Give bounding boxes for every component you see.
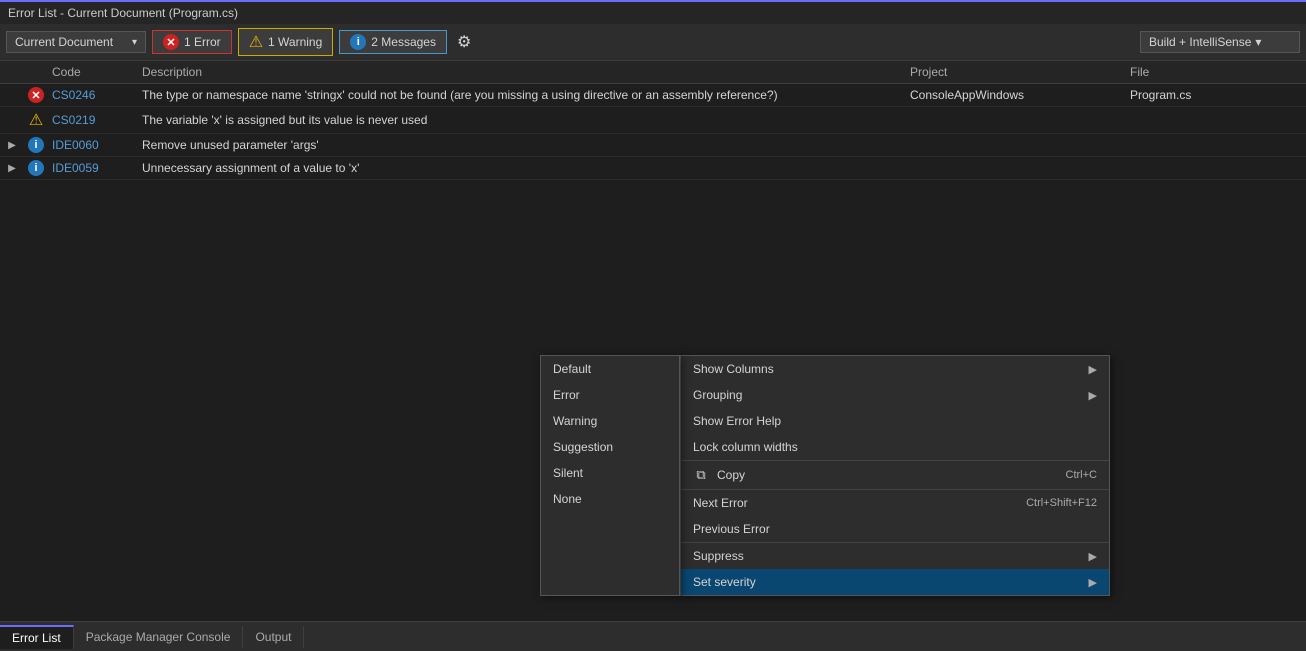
build-dropdown[interactable]: Build + IntelliSense ▾ (1140, 31, 1300, 53)
tab-error-list[interactable]: Error List (0, 625, 74, 649)
table-row[interactable]: ⚠ CS0219 The variable 'x' is assigned bu… (0, 107, 1306, 134)
context-menu-item-previous-error[interactable]: Previous Error (681, 516, 1109, 542)
context-menu-item-next-error[interactable]: Next Error Ctrl+Shift+F12 (681, 489, 1109, 516)
row-code: CS0246 (48, 88, 138, 102)
col-project-header: Project (906, 65, 1126, 79)
context-menu-item-show-error-help[interactable]: Show Error Help (681, 408, 1109, 434)
document-dropdown-label: Current Document (15, 35, 113, 49)
table-header: Code Description Project File (0, 61, 1306, 84)
row-description: The type or namespace name 'stringx' cou… (138, 88, 906, 102)
warning-filter-label: 1 Warning (268, 35, 322, 49)
suppress-label: Suppress (693, 549, 744, 563)
submenu-item-silent[interactable]: Silent (541, 460, 679, 486)
info-icon: i (28, 137, 44, 153)
tab-package-manager-label: Package Manager Console (86, 630, 231, 644)
row-description: Remove unused parameter 'args' (138, 138, 906, 152)
tab-output-label: Output (255, 630, 291, 644)
error-icon: ✕ (28, 87, 44, 103)
toolbar: Current Document ▾ ✕ 1 Error ⚠ 1 Warning… (0, 24, 1306, 61)
build-dropdown-arrow: ▾ (1255, 35, 1261, 49)
col-file-header: File (1126, 65, 1246, 79)
message-filter-label: 2 Messages (371, 35, 436, 49)
window-title: Error List - Current Document (Program.c… (8, 6, 238, 20)
error-filter-btn[interactable]: ✕ 1 Error (152, 30, 232, 54)
warning-row-icon: ⚠ (24, 110, 48, 130)
row-code: IDE0060 (48, 138, 138, 152)
document-dropdown-arrow: ▾ (132, 37, 137, 48)
grouping-arrow: ▶ (1089, 389, 1097, 402)
submenu-item-default[interactable]: Default (541, 356, 679, 382)
tab-package-manager[interactable]: Package Manager Console (74, 626, 244, 648)
previous-error-label: Previous Error (693, 522, 770, 536)
col-expand (0, 65, 24, 79)
context-menu: Show Columns ▶ Grouping ▶ Show Error Hel… (680, 355, 1110, 596)
submenu-item-warning[interactable]: Warning (541, 408, 679, 434)
context-menu-container: Default Error Warning Suggestion Silent … (540, 355, 1110, 596)
row-description: The variable 'x' is assigned but its val… (138, 113, 906, 127)
next-error-label: Next Error (693, 496, 748, 510)
copy-icon: ⧉ (693, 467, 709, 483)
copy-shortcut: Ctrl+C (1066, 469, 1097, 481)
expand-btn[interactable]: ▶ (0, 140, 24, 151)
row-file: Program.cs (1126, 88, 1246, 102)
set-severity-label: Set severity (693, 575, 756, 589)
next-error-shortcut: Ctrl+Shift+F12 (1026, 497, 1097, 509)
context-menu-item-set-severity[interactable]: Set severity ▶ (681, 569, 1109, 595)
document-dropdown[interactable]: Current Document ▾ (6, 31, 146, 53)
message-filter-icon: i (350, 34, 366, 50)
filter-icon[interactable]: ⚙ (453, 30, 475, 54)
info-icon: i (28, 160, 44, 176)
show-error-help-label: Show Error Help (693, 414, 781, 428)
severity-submenu: Default Error Warning Suggestion Silent … (540, 355, 680, 596)
row-code: IDE0059 (48, 161, 138, 175)
message-filter-btn[interactable]: i 2 Messages (339, 30, 447, 54)
table-row[interactable]: ✕ CS0246 The type or namespace name 'str… (0, 84, 1306, 107)
context-menu-item-suppress[interactable]: Suppress ▶ (681, 542, 1109, 569)
copy-label: Copy (717, 468, 745, 482)
suppress-arrow: ▶ (1089, 550, 1097, 563)
warning-icon: ⚠ (29, 110, 43, 130)
info-row-icon: i (24, 137, 48, 153)
context-menu-item-copy[interactable]: ⧉ Copy Ctrl+C (681, 460, 1109, 489)
error-filter-icon: ✕ (163, 34, 179, 50)
build-dropdown-label: Build + IntelliSense (1149, 35, 1251, 49)
row-code: CS0219 (48, 113, 138, 127)
submenu-item-error[interactable]: Error (541, 382, 679, 408)
warning-filter-btn[interactable]: ⚠ 1 Warning (238, 28, 334, 56)
warning-filter-icon: ⚠ (249, 32, 263, 52)
info-row-icon: i (24, 160, 48, 176)
col-extra (1246, 65, 1306, 79)
show-columns-label: Show Columns (693, 362, 774, 376)
col-icon (24, 65, 48, 79)
expand-btn[interactable]: ▶ (0, 163, 24, 174)
table-row[interactable]: ▶ i IDE0060 Remove unused parameter 'arg… (0, 134, 1306, 157)
table-row[interactable]: ▶ i IDE0059 Unnecessary assignment of a … (0, 157, 1306, 180)
context-menu-item-show-columns[interactable]: Show Columns ▶ (681, 356, 1109, 382)
grouping-label: Grouping (693, 388, 742, 402)
col-description-header: Description (138, 65, 906, 79)
lock-column-widths-label: Lock column widths (693, 440, 798, 454)
tab-output[interactable]: Output (243, 626, 304, 648)
submenu-item-none[interactable]: None (541, 486, 679, 512)
context-menu-item-lock-columns[interactable]: Lock column widths (681, 434, 1109, 460)
col-code-header: Code (48, 65, 138, 79)
set-severity-arrow: ▶ (1089, 576, 1097, 589)
error-filter-label: 1 Error (184, 35, 221, 49)
row-description: Unnecessary assignment of a value to 'x' (138, 161, 906, 175)
tab-error-list-label: Error List (12, 631, 61, 645)
context-menu-item-grouping[interactable]: Grouping ▶ (681, 382, 1109, 408)
bottom-tabs: Error List Package Manager Console Outpu… (0, 621, 1306, 651)
error-row-icon: ✕ (24, 87, 48, 103)
show-columns-arrow: ▶ (1089, 363, 1097, 376)
title-bar: Error List - Current Document (Program.c… (0, 0, 1306, 24)
row-project: ConsoleAppWindows (906, 88, 1126, 102)
submenu-item-suggestion[interactable]: Suggestion (541, 434, 679, 460)
